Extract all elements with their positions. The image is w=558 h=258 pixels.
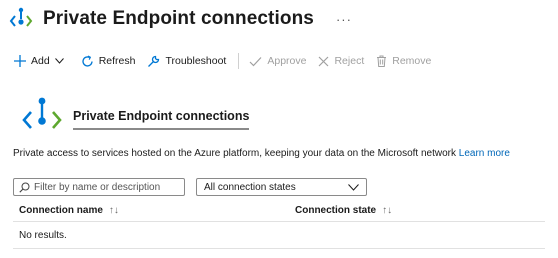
checkmark-icon: [249, 56, 262, 66]
approve-label: Approve: [267, 55, 307, 67]
more-options-button[interactable]: ···: [336, 12, 352, 27]
toolbar-divider: [238, 53, 240, 69]
description-text: Private access to services hosted on the…: [13, 148, 457, 159]
refresh-label: Refresh: [98, 55, 136, 67]
reject-label: Reject: [334, 55, 365, 67]
filter-input[interactable]: [34, 181, 179, 193]
remove-button[interactable]: Remove: [376, 55, 431, 67]
column-header-connection-state[interactable]: Connection state ↑↓: [295, 205, 392, 216]
filter-box: [13, 178, 185, 196]
refresh-button[interactable]: Refresh: [81, 54, 136, 68]
connection-state-select[interactable]: All connection states: [196, 178, 367, 196]
empty-state-text: No results.: [19, 230, 67, 241]
sort-icon: ↑↓: [108, 205, 119, 216]
hero-title: Private Endpoint connections: [73, 109, 250, 130]
wrench-icon: [148, 55, 160, 67]
divider: [13, 248, 545, 249]
plus-icon: [14, 55, 26, 67]
description: Private access to services hosted on the…: [13, 148, 510, 159]
troubleshoot-label: Troubleshoot: [165, 55, 227, 67]
connection-state-value: All connection states: [204, 181, 296, 193]
sort-icon: ↑↓: [382, 205, 393, 216]
add-button[interactable]: Add: [14, 55, 69, 67]
close-icon: [319, 56, 329, 66]
troubleshoot-button[interactable]: Troubleshoot: [147, 55, 226, 68]
page-title: Private Endpoint connections: [43, 8, 314, 29]
trash-icon: [377, 55, 387, 67]
command-bar: Add Refresh Troubleshoot Approve Reject …: [14, 50, 443, 72]
column-header-label: Connection state: [295, 205, 377, 216]
chevron-down-icon: [348, 183, 359, 191]
page-header: Private Endpoint connections ···: [8, 4, 352, 34]
chevron-down-icon: [54, 58, 64, 64]
remove-label: Remove: [392, 55, 432, 67]
private-endpoint-icon: [9, 7, 33, 27]
table-header: Connection name ↑↓ Connection state ↑↓: [13, 202, 545, 222]
hero-section: Private Endpoint connections: [20, 96, 250, 136]
learn-more-link[interactable]: Learn more: [459, 148, 510, 159]
approve-button[interactable]: Approve: [249, 55, 306, 67]
reject-button[interactable]: Reject: [318, 55, 364, 67]
refresh-icon: [82, 54, 93, 67]
column-header-connection-name[interactable]: Connection name ↑↓: [19, 205, 119, 216]
private-endpoint-icon: [22, 97, 62, 129]
search-icon: [19, 182, 30, 193]
add-label: Add: [31, 55, 50, 67]
column-header-label: Connection name: [19, 205, 103, 216]
